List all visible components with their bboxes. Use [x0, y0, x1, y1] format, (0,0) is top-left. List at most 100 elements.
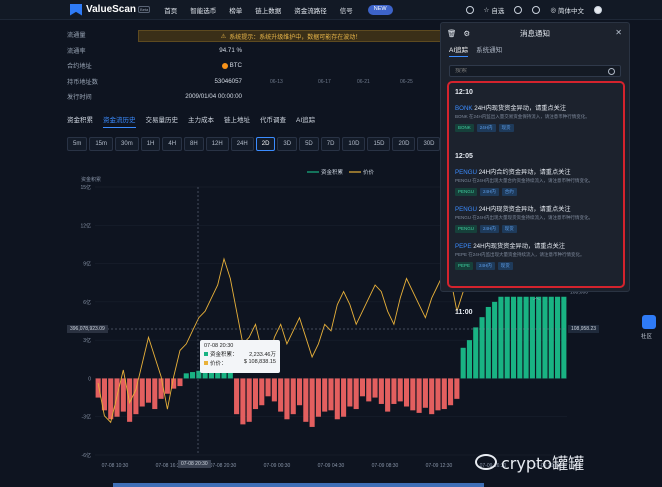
- group-time: 12:05: [455, 153, 473, 160]
- tag[interactable]: 24H内: [476, 262, 495, 270]
- interval-button[interactable]: 30m: [115, 137, 139, 151]
- interval-button[interactable]: 7D: [320, 137, 341, 151]
- chevron-up-icon[interactable]: ︿: [533, 292, 540, 302]
- bar: [315, 378, 321, 417]
- bar: [246, 378, 252, 422]
- logo-icon: [70, 3, 82, 16]
- info-row: 持币地址数 53046057: [67, 74, 242, 90]
- sub-tab[interactable]: 代币调查: [260, 114, 286, 128]
- mini-tick: 06-13: [270, 79, 283, 85]
- language-select[interactable]: ◎ 简体中文: [550, 5, 584, 15]
- tag-list: PENGU 24H内 现货: [455, 225, 620, 233]
- bell-icon[interactable]: [514, 6, 523, 14]
- info-value: BTC: [172, 62, 242, 69]
- info-value: 53046057: [214, 77, 242, 85]
- x-axis-marker: 07-08 20:30: [178, 460, 211, 468]
- y-tick-label: 9亿: [83, 261, 91, 268]
- trash-icon[interactable]: 🗑: [447, 29, 457, 38]
- sub-tab[interactable]: 资金流历史: [103, 114, 136, 128]
- interval-button[interactable]: 12H: [205, 137, 229, 151]
- sub-tab[interactable]: 资金积累: [67, 114, 93, 128]
- bar: [523, 296, 529, 379]
- bar: [435, 378, 441, 411]
- tag[interactable]: PEPE: [455, 262, 474, 270]
- search-icon[interactable]: [608, 67, 615, 75]
- interval-button[interactable]: 20D: [392, 137, 416, 151]
- close-icon[interactable]: ✕: [615, 28, 622, 37]
- y-axis-title: 资金积累: [81, 176, 101, 183]
- bar: [555, 296, 561, 379]
- tag[interactable]: 现货: [501, 225, 517, 233]
- settings-icon[interactable]: [532, 6, 541, 14]
- bar: [334, 378, 340, 420]
- tab-system-notice[interactable]: 系统通知: [476, 44, 502, 57]
- interval-button[interactable]: 2D: [255, 137, 276, 151]
- sub-tab[interactable]: AI追踪: [296, 114, 315, 128]
- notification-desc: PENGU 在24H内出现大量现货资金持续流入，请注意币种行情变化。: [455, 215, 594, 220]
- bar: [366, 378, 372, 402]
- notice-text: 系统提示：系统升级维护中，数据可能存在波动！: [229, 34, 362, 41]
- sub-tab[interactable]: 主力成本: [188, 114, 214, 128]
- tag[interactable]: 合约: [501, 188, 517, 196]
- sub-tab[interactable]: 交易量历史: [146, 114, 179, 128]
- mini-tick: 06-25: [400, 79, 413, 85]
- watchlist-link[interactable]: ☆ 自选: [484, 5, 505, 15]
- interval-button[interactable]: 5D: [299, 137, 319, 151]
- tag[interactable]: 24H内: [480, 188, 499, 196]
- notification-item[interactable]: PENGU 24H内现货资金异动，请重点关注 PENGU 在24H内出现大量现货资…: [455, 204, 620, 233]
- bar: [240, 378, 246, 425]
- bar: [410, 378, 416, 411]
- tag[interactable]: PENGU: [455, 188, 478, 196]
- info-label: 发行时间: [67, 94, 92, 102]
- beta-badge: Beta: [138, 6, 151, 13]
- tag[interactable]: 现货: [498, 124, 514, 132]
- tag[interactable]: PENGU: [455, 225, 478, 233]
- interval-button[interactable]: 8H: [184, 137, 204, 151]
- interval-button[interactable]: 3D: [277, 137, 298, 151]
- nav-item[interactable]: 首页: [164, 5, 177, 15]
- settings-icon[interactable]: ⚙: [464, 29, 471, 38]
- interval-button[interactable]: 1H: [140, 137, 161, 151]
- y-tick-label: 3亿: [83, 337, 91, 344]
- logo[interactable]: ValueScan Beta: [70, 3, 151, 16]
- search-icon[interactable]: [465, 6, 474, 14]
- btc-icon: [221, 62, 228, 69]
- interval-button[interactable]: 4H: [162, 137, 183, 151]
- left-axis-marker: 396,078,923.09: [67, 325, 108, 333]
- horizontal-scrollbar[interactable]: [113, 483, 484, 487]
- notification-item[interactable]: BONK 24H内现货资金异动，请重点关注 BONK 在24H内监出入量交易资金保…: [455, 103, 620, 132]
- tag[interactable]: 24H内: [476, 124, 496, 132]
- interval-button[interactable]: 15m: [89, 137, 114, 151]
- interval-button[interactable]: 15D: [367, 137, 391, 151]
- sub-tab[interactable]: 链上地址: [224, 114, 250, 128]
- interval-button[interactable]: 5m: [67, 137, 88, 151]
- watermark-text: crypto罐罐: [501, 454, 585, 473]
- community-button[interactable]: [642, 315, 656, 329]
- bar: [441, 378, 447, 410]
- tag[interactable]: 24H内: [480, 225, 499, 233]
- search-input[interactable]: [455, 68, 575, 74]
- notification-item[interactable]: PENGU 24H内合约资金异动，请重点关注 PENGU 在24H内出现大量合约资…: [455, 167, 620, 196]
- bar: [529, 296, 535, 379]
- nav-item[interactable]: 链上数据: [255, 5, 281, 15]
- notification-desc: PENGU 在24H内出现大量合约资金持续流入，请注意币种行情变化。: [455, 178, 594, 183]
- interval-button[interactable]: 24H: [230, 137, 254, 151]
- main-nav: 首页 智能选币 榜单 链上数据 资金流路径 信号 NEW: [164, 4, 393, 15]
- nav-item[interactable]: 信号: [340, 5, 353, 15]
- tag[interactable]: BONK: [455, 124, 474, 132]
- notification-text: 24H内现货资金异动，请重点关注: [477, 206, 571, 213]
- nav-item[interactable]: 资金流路径: [294, 5, 327, 15]
- nav-item[interactable]: 榜单: [229, 5, 242, 15]
- tag[interactable]: 现货: [497, 262, 513, 270]
- panel-tabs: AI追踪 系统通知: [449, 44, 629, 57]
- bar: [271, 378, 277, 402]
- interval-button[interactable]: 10D: [342, 137, 366, 151]
- nav-item[interactable]: 智能选币: [190, 5, 216, 15]
- tab-ai-tracking[interactable]: AI追踪: [449, 44, 469, 57]
- new-badge[interactable]: NEW: [367, 4, 393, 15]
- bar: [322, 378, 328, 412]
- bar: [416, 378, 422, 413]
- notification-item[interactable]: PEPE 24H内现货资金异动，请重点关注 PEPE 在24H内监出现大量资金持续…: [455, 241, 620, 270]
- interval-button[interactable]: 30D: [417, 137, 441, 151]
- avatar[interactable]: [594, 6, 602, 14]
